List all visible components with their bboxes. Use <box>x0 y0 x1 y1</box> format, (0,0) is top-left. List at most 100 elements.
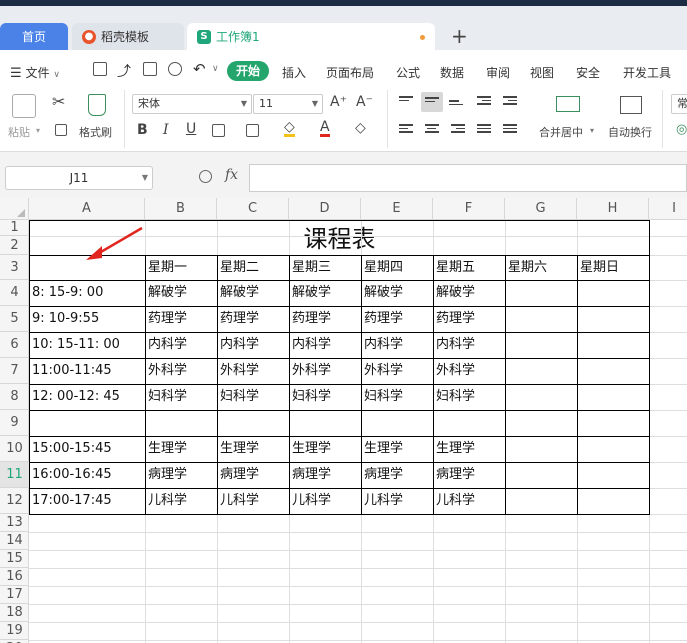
course-cell[interactable]: 生理学 <box>289 436 361 462</box>
row-header-13[interactable]: 13 <box>0 514 29 532</box>
menu-view[interactable]: 视图 <box>530 64 554 81</box>
course-cell[interactable]: 药理学 <box>217 306 289 332</box>
course-cell[interactable] <box>577 384 649 410</box>
underline-icon[interactable]: U <box>186 121 196 137</box>
menu-data[interactable]: 数据 <box>440 64 464 81</box>
course-cell[interactable] <box>505 462 577 488</box>
number-format-select[interactable]: 常 <box>671 94 687 114</box>
course-cell[interactable] <box>577 306 649 332</box>
course-cell[interactable]: 儿科学 <box>289 488 361 514</box>
column-header-e[interactable]: E <box>361 198 433 220</box>
time-cell[interactable]: 12: 00-12: 45 <box>29 384 145 410</box>
name-box[interactable]: J11 ▼ <box>5 166 153 190</box>
course-cell[interactable] <box>577 436 649 462</box>
course-cell[interactable] <box>505 384 577 410</box>
align-center-icon[interactable] <box>425 124 439 136</box>
header-cell[interactable]: 星期二 <box>217 255 289 280</box>
row-header-17[interactable]: 17 <box>0 586 29 604</box>
paste-icon[interactable] <box>12 94 36 118</box>
justify-icon[interactable] <box>477 124 491 136</box>
course-cell[interactable]: 药理学 <box>289 306 361 332</box>
column-header-g[interactable]: G <box>505 198 577 220</box>
tab-template[interactable]: ● 稻壳模板 <box>72 23 184 50</box>
course-cell[interactable]: 内科学 <box>361 332 433 358</box>
course-cell[interactable]: 内科学 <box>433 332 505 358</box>
course-cell[interactable] <box>145 410 217 436</box>
save-icon[interactable] <box>93 62 107 76</box>
tab-home[interactable]: 首页 <box>0 23 68 50</box>
course-cell[interactable]: 病理学 <box>217 462 289 488</box>
wrap-text-icon[interactable] <box>620 96 642 114</box>
align-right-icon[interactable] <box>451 124 465 136</box>
undo-icon[interactable]: ↶ <box>193 60 206 78</box>
course-cell[interactable]: 妇科学 <box>289 384 361 410</box>
row-header-9[interactable]: 9 <box>0 410 29 436</box>
row-header-6[interactable]: 6 <box>0 332 29 358</box>
tab-workbook[interactable]: S 工作簿1 <box>187 23 435 50</box>
course-cell[interactable]: 外科学 <box>145 358 217 384</box>
bold-icon[interactable]: B <box>137 122 148 138</box>
print-icon[interactable] <box>143 62 157 76</box>
course-cell[interactable]: 儿科学 <box>361 488 433 514</box>
wrap-text-label[interactable]: 自动换行 <box>608 124 652 140</box>
header-cell[interactable]: 星期日 <box>577 255 649 280</box>
menu-review[interactable]: 审阅 <box>486 64 510 81</box>
borders-icon[interactable] <box>212 124 225 137</box>
select-all-corner[interactable] <box>0 198 29 220</box>
column-header-h[interactable]: H <box>577 198 649 220</box>
course-cell[interactable]: 生理学 <box>433 436 505 462</box>
quick-access-dropdown-icon[interactable]: ∨ <box>212 64 219 74</box>
course-cell[interactable] <box>505 332 577 358</box>
column-header-c[interactable]: C <box>217 198 289 220</box>
course-cell[interactable]: 儿科学 <box>145 488 217 514</box>
course-cell[interactable]: 生理学 <box>145 436 217 462</box>
font-name-select[interactable]: 宋体 ▼ <box>132 94 252 114</box>
course-cell[interactable]: 药理学 <box>361 306 433 332</box>
course-cell[interactable]: 药理学 <box>145 306 217 332</box>
course-cell[interactable]: 妇科学 <box>361 384 433 410</box>
distributed-align-icon[interactable] <box>503 124 517 136</box>
course-cell[interactable]: 生理学 <box>361 436 433 462</box>
time-cell[interactable]: 17:00-17:45 <box>29 488 145 514</box>
align-middle-button[interactable] <box>421 92 443 112</box>
course-cell[interactable] <box>505 410 577 436</box>
course-cell[interactable]: 妇科学 <box>217 384 289 410</box>
row-header-8[interactable]: 8 <box>0 384 29 410</box>
new-tab-button[interactable]: + <box>451 26 468 46</box>
course-cell[interactable] <box>289 410 361 436</box>
align-top-icon[interactable] <box>399 96 413 108</box>
column-header-i[interactable]: I <box>649 198 687 220</box>
course-cell[interactable]: 解破学 <box>145 280 217 306</box>
time-cell[interactable]: 10: 15-11: 00 <box>29 332 145 358</box>
menu-formulas[interactable]: 公式 <box>396 64 420 81</box>
copy-icon[interactable] <box>55 124 67 136</box>
course-cell[interactable]: 内科学 <box>289 332 361 358</box>
time-cell[interactable]: 16:00-16:45 <box>29 462 145 488</box>
course-cell[interactable]: 解破学 <box>217 280 289 306</box>
column-header-b[interactable]: B <box>145 198 217 220</box>
course-cell[interactable]: 生理学 <box>217 436 289 462</box>
course-cell[interactable]: 内科学 <box>145 332 217 358</box>
header-cell[interactable]: 星期四 <box>361 255 433 280</box>
export-icon[interactable]: ⤴ <box>117 61 131 81</box>
row-header-4[interactable]: 4 <box>0 280 29 306</box>
course-cell[interactable] <box>577 332 649 358</box>
column-header-f[interactable]: F <box>433 198 505 220</box>
course-cell[interactable]: 病理学 <box>433 462 505 488</box>
course-cell[interactable] <box>577 488 649 514</box>
format-painter-label[interactable]: 格式刷 <box>79 124 112 140</box>
course-cell[interactable] <box>577 462 649 488</box>
course-cell[interactable]: 儿科学 <box>433 488 505 514</box>
course-cell[interactable]: 妇科学 <box>145 384 217 410</box>
formula-input[interactable] <box>249 164 687 192</box>
row-header-7[interactable]: 7 <box>0 358 29 384</box>
course-cell[interactable]: 外科学 <box>217 358 289 384</box>
cell-style-icon[interactable] <box>246 124 259 137</box>
cut-icon[interactable]: ✂ <box>52 92 65 111</box>
course-cell[interactable]: 病理学 <box>145 462 217 488</box>
decrease-indent-icon[interactable] <box>477 96 491 108</box>
course-cell[interactable]: 解破学 <box>433 280 505 306</box>
course-cell[interactable] <box>577 358 649 384</box>
course-cell[interactable] <box>217 410 289 436</box>
course-cell[interactable]: 药理学 <box>433 306 505 332</box>
